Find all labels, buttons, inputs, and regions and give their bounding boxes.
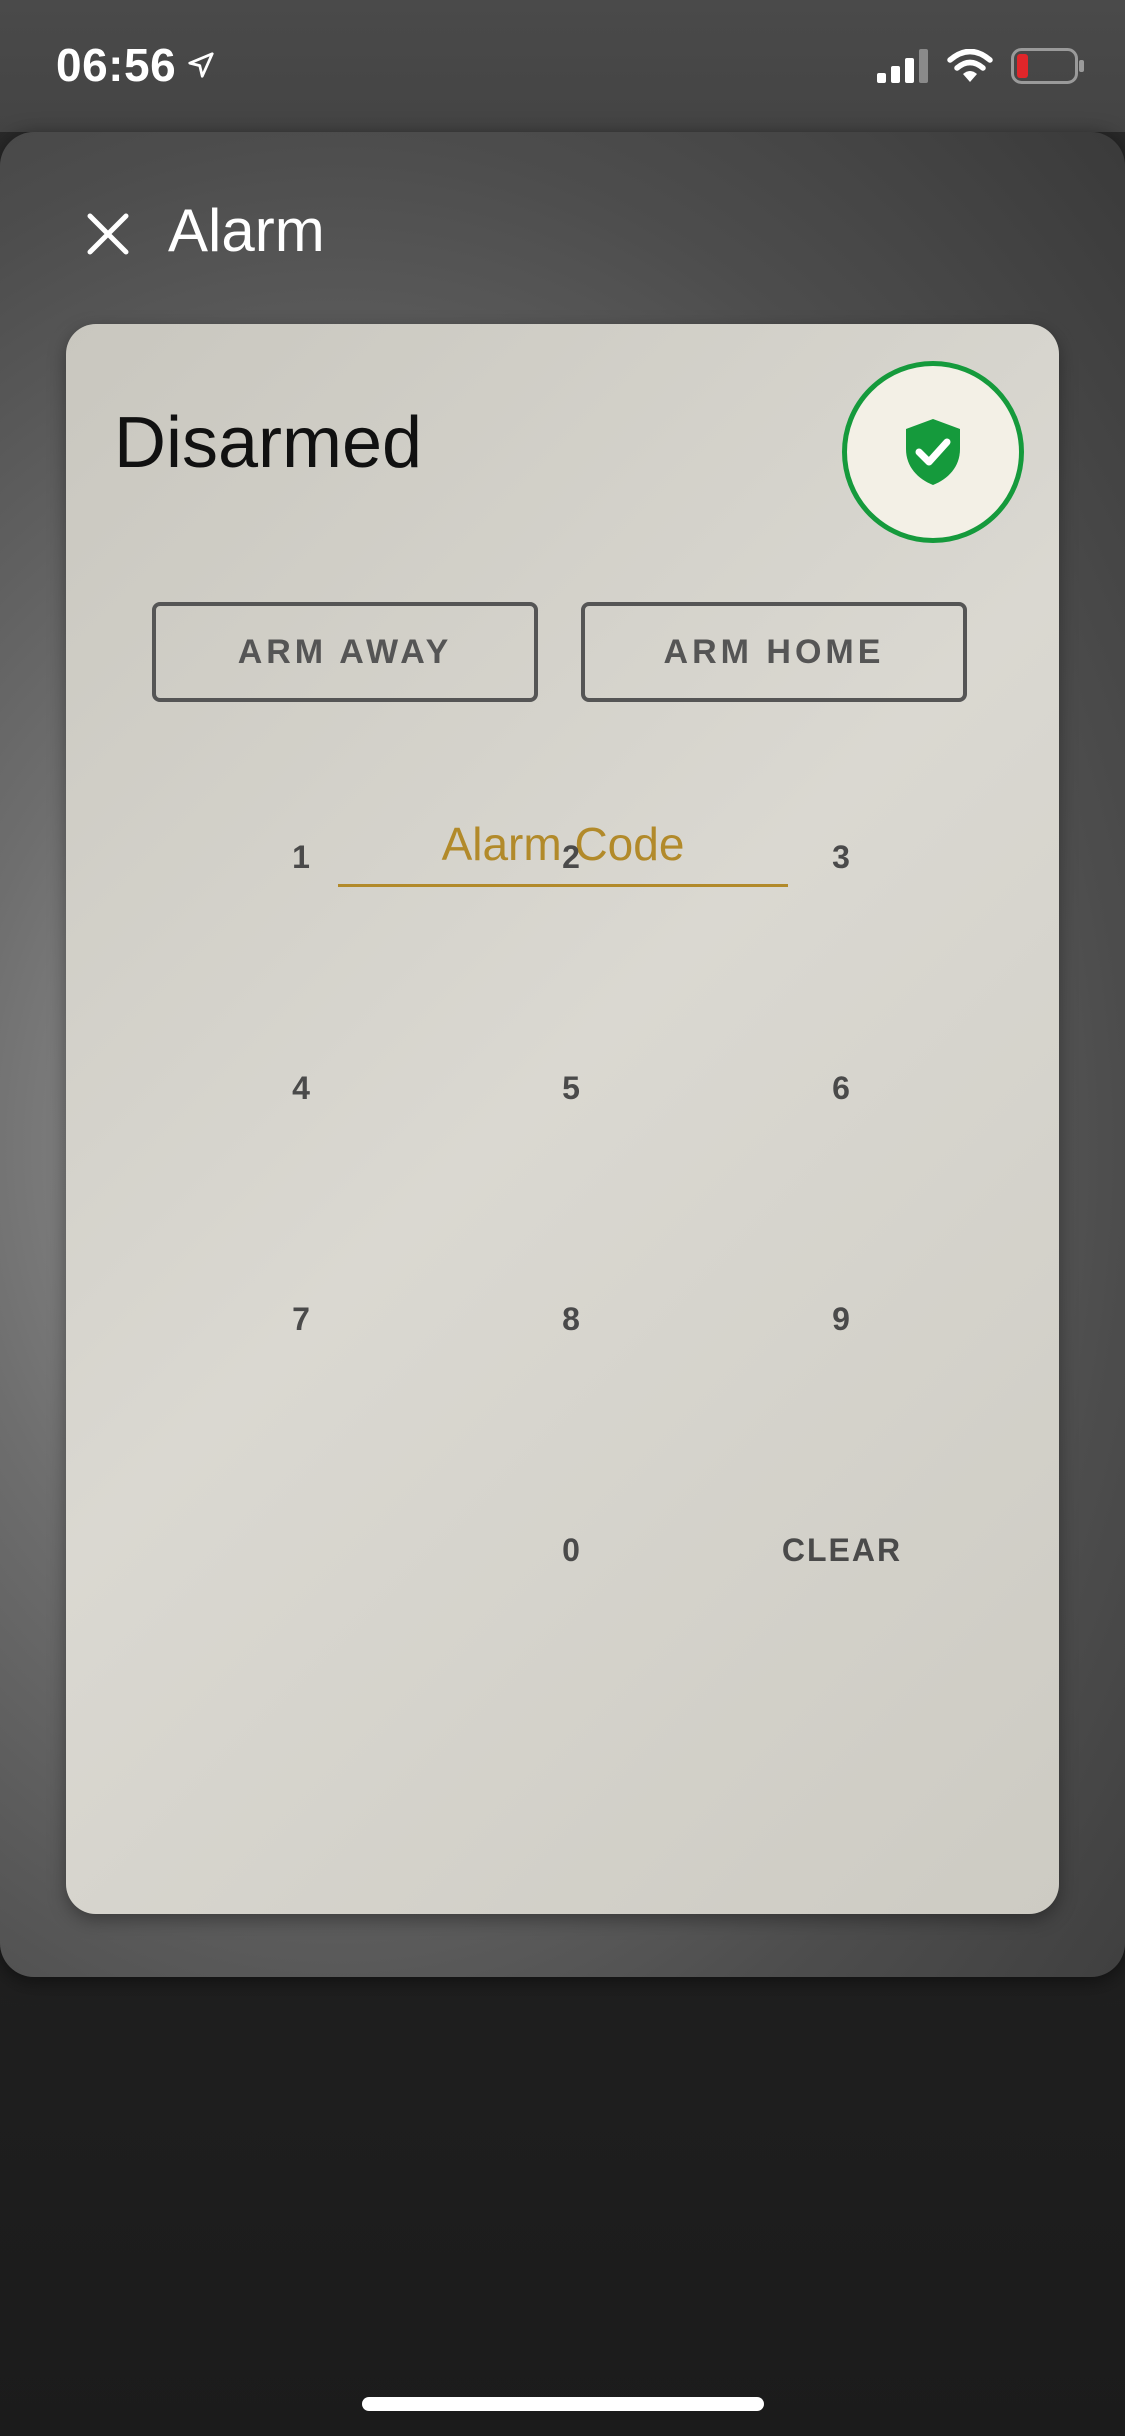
shield-check-icon <box>906 419 960 485</box>
signal-bars-icon <box>877 49 928 83</box>
close-icon <box>87 213 129 255</box>
keypad-key-9[interactable]: 9 <box>742 1259 942 1379</box>
battery-low-icon <box>1011 48 1084 84</box>
close-button[interactable] <box>76 202 140 266</box>
keypad-key-7[interactable]: 7 <box>202 1259 402 1379</box>
keypad-key-1[interactable]: 1 <box>202 797 402 917</box>
keypad-key-empty <box>202 1490 402 1610</box>
keypad-clear-button[interactable]: CLEAR <box>742 1490 942 1610</box>
wifi-icon <box>947 49 993 82</box>
keypad-key-2[interactable]: 2 <box>472 797 672 917</box>
arm-home-button[interactable]: ARM HOME <box>581 602 967 702</box>
keypad-key-6[interactable]: 6 <box>742 1028 942 1148</box>
keypad-key-4[interactable]: 4 <box>202 1028 402 1148</box>
alarm-panel-card: Disarmed ARM AWAY ARM HOME Alarm Code 1 … <box>66 324 1059 1914</box>
keypad-key-5[interactable]: 5 <box>472 1028 672 1148</box>
keypad-key-3[interactable]: 3 <box>742 797 942 917</box>
location-arrow-icon <box>188 52 214 78</box>
keypad-key-0[interactable]: 0 <box>472 1490 672 1610</box>
status-bar: 06:56 <box>0 0 1125 132</box>
arm-away-button[interactable]: ARM AWAY <box>152 602 538 702</box>
alarm-dialog: Alarm Disarmed ARM AWAY ARM HOME Alarm C… <box>0 132 1125 1977</box>
status-time: 06:56 <box>56 39 177 91</box>
dialog-header: Alarm <box>0 132 1125 322</box>
keypad-key-8[interactable]: 8 <box>472 1259 672 1379</box>
alarm-state-badge[interactable] <box>842 361 1024 543</box>
status-time-container: 06:56 <box>56 38 216 92</box>
alarm-state-label: Disarmed <box>114 403 423 483</box>
status-icons <box>877 48 1085 84</box>
home-indicator[interactable] <box>362 2397 764 2411</box>
dialog-title: Alarm <box>168 197 325 264</box>
